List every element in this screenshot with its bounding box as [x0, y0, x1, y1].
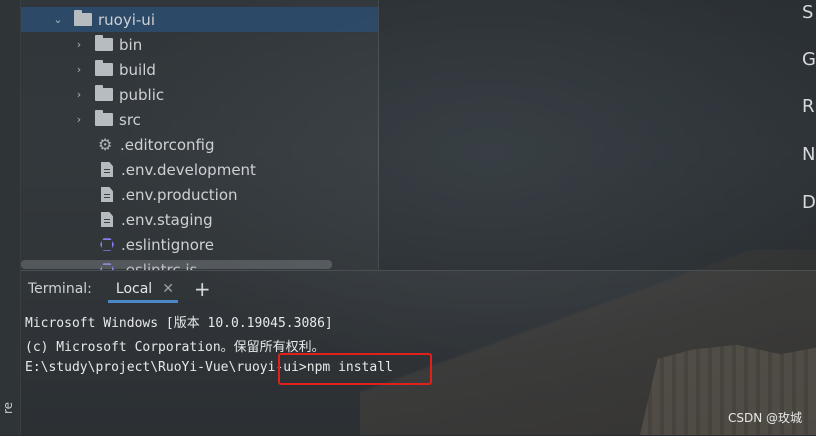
gear-icon: ⚙: [98, 134, 113, 154]
terminal-panel[interactable]: Terminal: Local ✕ + Microsoft Windows [版…: [21, 270, 816, 436]
tab-local[interactable]: Local ✕: [106, 271, 180, 307]
editor-clipped-text: R: [802, 96, 815, 117]
editor-clipped-text: D: [802, 192, 816, 213]
tree-item-env-staging[interactable]: .env.staging: [21, 207, 378, 232]
tree-item-env-development[interactable]: .env.development: [21, 157, 378, 182]
tree-item-label: build: [119, 60, 156, 79]
tree-item-editorconfig[interactable]: ⚙ .editorconfig: [21, 132, 378, 157]
active-tab-indicator: [107, 300, 178, 303]
folder-icon: [95, 60, 113, 76]
tree-item-ruoyi-ui[interactable]: ⌄ ruoyi-ui: [21, 7, 378, 32]
chevron-right-icon[interactable]: ›: [73, 63, 85, 76]
file-icon: [101, 212, 113, 227]
chevron-right-icon[interactable]: ›: [73, 113, 85, 126]
tree-item-label: .editorconfig: [120, 135, 215, 154]
tree-item-eslintignore[interactable]: .eslintignore: [21, 232, 378, 257]
gutter-label[interactable]: re: [1, 402, 15, 414]
editor-clipped-text: G: [802, 49, 816, 70]
tree-horizontal-scrollbar[interactable]: [21, 260, 332, 269]
tree-item-env-production[interactable]: .env.production: [21, 182, 378, 207]
tree-item-label: .env.development: [121, 160, 256, 179]
folder-icon: [95, 85, 113, 101]
project-tree[interactable]: ⌄ ruoyi-ui › bin › build › public › src …: [21, 0, 378, 270]
watermark: CSDN @玫城: [727, 411, 802, 425]
tree-item-src[interactable]: › src: [21, 107, 378, 132]
folder-icon: [95, 35, 113, 51]
editor-clipped-text: N: [802, 144, 816, 165]
chevron-down-icon[interactable]: ⌄: [52, 13, 64, 26]
tree-item-public[interactable]: › public: [21, 82, 378, 107]
eslint-icon: [100, 238, 114, 251]
tab-local-label: Local: [115, 281, 153, 297]
tree-item-build[interactable]: › build: [21, 57, 378, 82]
close-icon[interactable]: ✕: [162, 281, 174, 297]
chevron-right-icon[interactable]: ›: [73, 38, 85, 51]
tree-item-label: ruoyi-ui: [98, 10, 155, 29]
tree-item-label: .env.staging: [121, 210, 213, 229]
file-icon: [101, 162, 113, 177]
folder-icon: [95, 110, 113, 126]
left-tool-window-strip[interactable]: re: [0, 0, 21, 435]
tree-item-label: bin: [119, 35, 143, 54]
chevron-right-icon[interactable]: ›: [73, 88, 85, 101]
folder-icon: [74, 10, 92, 26]
editor-clipped-text: S: [802, 2, 814, 23]
new-terminal-plus-icon[interactable]: +: [194, 279, 211, 299]
red-highlight-annotation: [278, 353, 432, 385]
tree-item-label: .env.production: [121, 185, 238, 204]
editor-area[interactable]: S G R N D: [379, 0, 816, 270]
tree-item-label: src: [119, 110, 141, 129]
tree-item-bin[interactable]: › bin: [21, 32, 378, 57]
terminal-tab-bar: Terminal: Local ✕ +: [21, 271, 816, 307]
terminal-output-line: Microsoft Windows [版本 10.0.19045.3086]: [25, 316, 333, 331]
terminal-title: Terminal:: [28, 281, 92, 297]
file-icon: [101, 187, 113, 202]
tree-item-label: public: [119, 85, 165, 104]
tree-item-label: .eslintignore: [121, 235, 214, 254]
